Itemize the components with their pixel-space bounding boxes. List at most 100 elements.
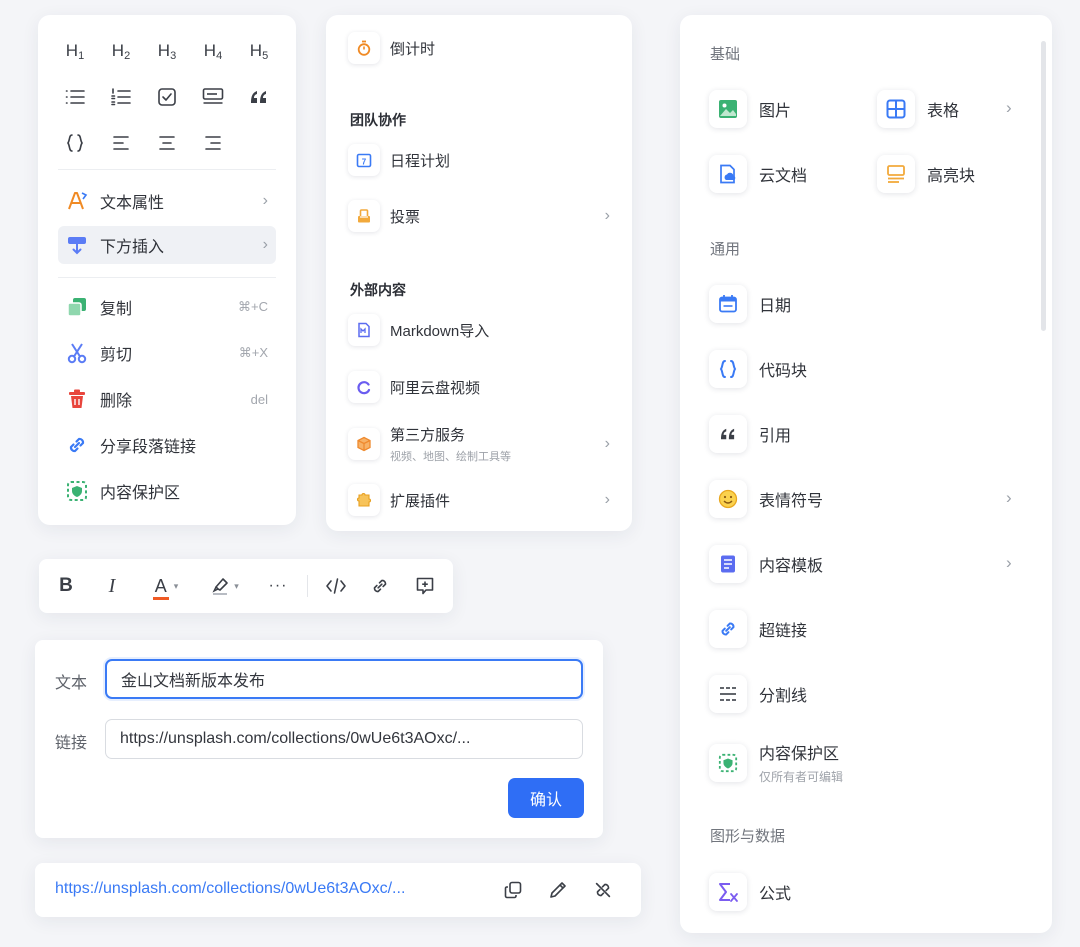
more-icon: ··· [268, 577, 288, 594]
aliyun-video-item[interactable]: 阿里云盘视频 [348, 371, 610, 403]
highlight-block-label: 高亮块 [927, 168, 976, 185]
comment-button[interactable] [410, 559, 440, 613]
aliyun-drive-icon [348, 371, 380, 403]
heading-5-button[interactable]: H5 [236, 39, 282, 63]
comment-icon [415, 576, 435, 596]
link-preview-bar: https://unsplash.com/collections/0wUe6t3… [35, 863, 641, 917]
template-icon [709, 545, 747, 583]
edit-link-icon[interactable] [546, 878, 570, 902]
vote-item[interactable]: 投票 › [348, 200, 610, 232]
emoji-icon [709, 480, 747, 518]
formula-label: 公式 [759, 886, 792, 903]
ordered-list-icon[interactable] [98, 85, 144, 109]
divider-item[interactable]: 分割线 [709, 675, 807, 713]
cube-icon [348, 428, 380, 460]
caret-down-icon: ▾ [173, 580, 179, 591]
copy-shortcut: ⌘+C [238, 299, 268, 314]
vote-label: 投票 [390, 208, 421, 226]
code-button[interactable] [321, 559, 351, 613]
markdown-import-item[interactable]: Markdown导入 [348, 314, 610, 346]
bullet-list-icon[interactable] [52, 85, 98, 109]
date-label: 日期 [759, 298, 792, 315]
confirm-button[interactable]: 确认 [508, 778, 584, 818]
svg-text:7: 7 [362, 158, 367, 167]
quote-icon[interactable] [236, 85, 282, 109]
font-color-button[interactable]: A ▾ [143, 559, 187, 613]
align-right-icon[interactable] [190, 131, 236, 155]
table-icon [877, 90, 915, 128]
italic-button[interactable]: I [99, 559, 125, 613]
highlight-block-item[interactable]: 高亮块 [877, 155, 975, 193]
share-paragraph-link-item[interactable]: 分享段落链接 [58, 426, 276, 464]
team-collab-section-title: 团队协作 [350, 112, 406, 128]
emoji-item[interactable]: 表情符号 [709, 480, 823, 518]
link-button[interactable] [365, 559, 395, 613]
cut-item[interactable]: 剪切 ⌘+X [58, 334, 276, 372]
trash-icon [66, 388, 88, 410]
heading-1-button[interactable]: H1 [52, 39, 98, 63]
checkbox-icon[interactable] [144, 85, 190, 109]
third-party-text: 第三方服务 视频、地图、绘制工具等 [390, 424, 511, 464]
copy-link-icon[interactable] [501, 878, 525, 902]
align-left-icon[interactable] [98, 131, 144, 155]
more-button[interactable]: ··· [263, 559, 293, 613]
heading-2-button[interactable]: H2 [98, 39, 144, 63]
heading-2-label: H2 [111, 41, 131, 62]
chevron-right-icon: › [262, 192, 268, 209]
hyperlink-label: 超链接 [759, 623, 808, 640]
highlight-button[interactable]: ▾ [203, 559, 247, 613]
stopwatch-icon [348, 32, 380, 64]
link-field[interactable] [105, 719, 583, 759]
align-center-icon[interactable] [144, 131, 190, 155]
code-block-icon [709, 350, 747, 388]
table-item[interactable]: 表格 [877, 90, 959, 128]
template-label: 内容模板 [759, 558, 824, 575]
markdown-import-label: Markdown导入 [390, 322, 490, 340]
hyperlink-item[interactable]: 超链接 [709, 610, 807, 648]
formula-icon [709, 873, 747, 911]
code-block-label: 代码块 [759, 363, 808, 380]
hyperlink-icon [709, 610, 747, 648]
text-properties-item[interactable]: 文本属性 › [58, 182, 276, 220]
formula-item[interactable]: 公式 [709, 873, 791, 911]
schedule-item[interactable]: 7 日程计划 [348, 144, 610, 176]
copy-item[interactable]: 复制 ⌘+C [58, 288, 276, 326]
font-color-letter: A [154, 575, 167, 596]
third-party-item[interactable]: 第三方服务 视频、地图、绘制工具等 › [348, 424, 610, 464]
quote-item[interactable]: 引用 [709, 415, 791, 453]
image-item[interactable]: 图片 [709, 90, 791, 128]
delete-item[interactable]: 删除 del [58, 380, 276, 418]
content-protection-item[interactable]: 内容保护区 [58, 472, 276, 510]
callout-icon[interactable] [190, 85, 236, 109]
template-item[interactable]: 内容模板 [709, 545, 823, 583]
link-url[interactable]: https://unsplash.com/collections/0wUe6t3… [55, 880, 405, 898]
heading-4-button[interactable]: H4 [190, 39, 236, 63]
divider-label: 分割线 [759, 688, 808, 705]
text-field[interactable] [105, 659, 583, 699]
unlink-icon[interactable] [591, 878, 615, 902]
code-block-item[interactable]: 代码块 [709, 350, 807, 388]
countdown-item[interactable]: 倒计时 [348, 32, 610, 64]
menu-divider [58, 169, 276, 170]
protected-area-item[interactable]: 内容保护区 仅所有者可编辑 [709, 740, 843, 785]
block-menu: H1 H2 H3 H4 H5 文本属性 › 下方插入 › 复制 ⌘+C 剪切 ⌘… [38, 15, 296, 525]
bold-button[interactable]: B [53, 559, 79, 613]
menu-divider [58, 277, 276, 278]
text-style-icon [66, 190, 88, 212]
text-field-label: 文本 [55, 675, 88, 692]
cloud-doc-item[interactable]: 云文档 [709, 155, 807, 193]
extensions-item[interactable]: 扩展插件 › [348, 484, 610, 516]
insert-panel: 基础 图片 表格 › 云文档 高亮块 通用 日期 代码块 引用 表情符号 › 内… [680, 15, 1052, 933]
heading-3-button[interactable]: H3 [144, 39, 190, 63]
ballot-box-icon [348, 200, 380, 232]
link-field-label: 链接 [55, 735, 88, 752]
link-icon [66, 434, 88, 456]
scrollbar[interactable] [1041, 41, 1046, 331]
code-braces-icon[interactable] [52, 131, 98, 155]
cut-shortcut: ⌘+X [238, 345, 268, 360]
image-icon [709, 90, 747, 128]
date-item[interactable]: 日期 [709, 285, 791, 323]
delete-shortcut: del [250, 391, 268, 407]
highlight-block-icon [877, 155, 915, 193]
insert-below-item[interactable]: 下方插入 › [58, 226, 276, 264]
